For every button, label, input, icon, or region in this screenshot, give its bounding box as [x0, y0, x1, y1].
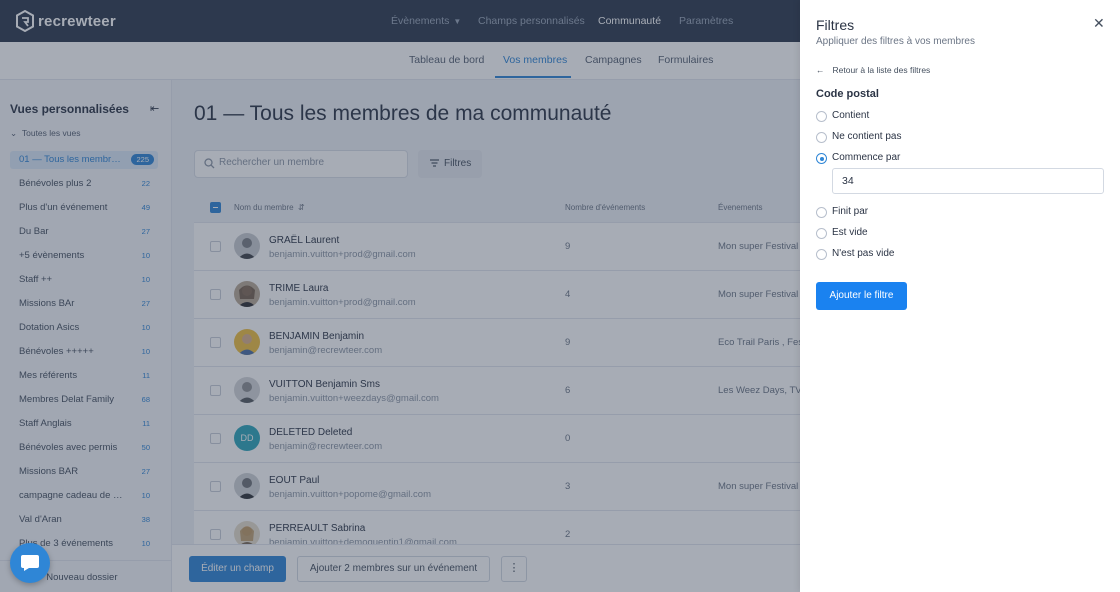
- panel-subtitle: Appliquer des filtres à vos membres: [816, 36, 975, 47]
- filter-panel: Filtres Appliquer des filtres à vos memb…: [800, 0, 1120, 592]
- panel-title: Filtres: [816, 17, 855, 33]
- arrow-left-icon: ←: [816, 65, 825, 75]
- radio-button-selected[interactable]: [816, 153, 827, 164]
- close-icon[interactable]: ✕: [1093, 15, 1105, 32]
- filter-value-input[interactable]: [832, 168, 1104, 194]
- radio-button[interactable]: [816, 132, 827, 143]
- chat-launcher-button[interactable]: [10, 543, 50, 583]
- radio-button[interactable]: [816, 249, 827, 260]
- chat-bubble-icon: [21, 555, 39, 571]
- radio-button[interactable]: [816, 207, 827, 218]
- add-filter-button[interactable]: Ajouter le filtre: [816, 282, 907, 310]
- radio-button[interactable]: [816, 228, 827, 239]
- radio-button[interactable]: [816, 111, 827, 122]
- back-to-filters-link[interactable]: ← Retour à la liste des filtres: [816, 65, 930, 75]
- filter-field-title: Code postal: [816, 88, 879, 100]
- modal-backdrop[interactable]: [0, 0, 800, 592]
